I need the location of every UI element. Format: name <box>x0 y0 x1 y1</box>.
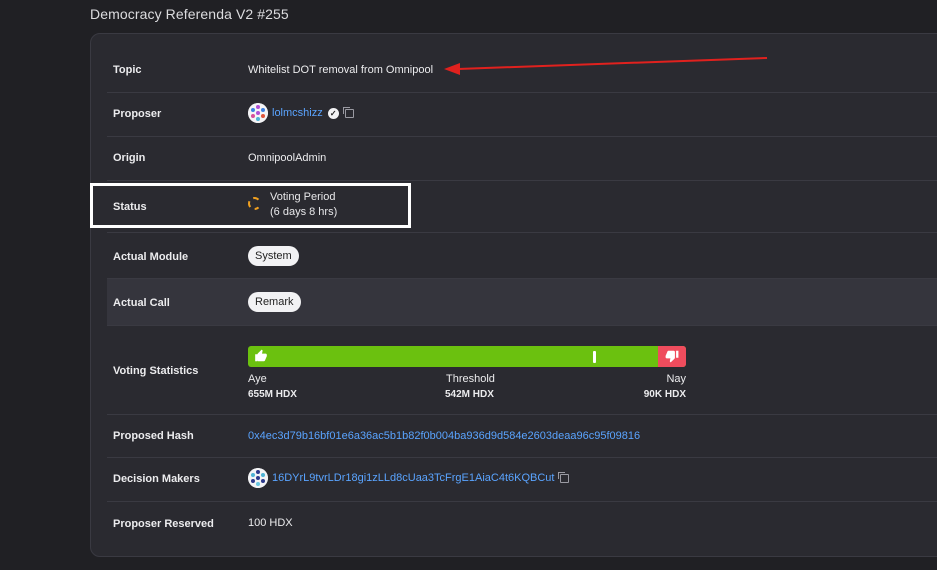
voting-bar <box>248 346 686 367</box>
actual-call-value: Remark <box>248 292 301 312</box>
copy-icon[interactable] <box>342 106 354 118</box>
referendum-details-card: Topic Whitelist DOT removal from Omnipoo… <box>90 33 937 557</box>
thumbs-down-icon <box>665 350 679 363</box>
proposer-reserved-value: 100 HDX <box>248 517 293 529</box>
row-actual-module: Actual Module System <box>107 233 937 279</box>
nay-segment <box>658 346 686 367</box>
actual-module-value: System <box>248 246 299 266</box>
decision-makers-link[interactable]: 16DYrL9tvrLDr18gi1zLLd8cUaa3TcFrgE1AiaC4… <box>272 472 554 484</box>
row-decision-makers: Decision Makers 16DYrL9tvrLDr18gi1zLLd8c… <box>107 458 937 502</box>
actual-call-label: Actual Call <box>113 297 170 309</box>
page-title: Democracy Referenda V2 #255 <box>90 6 289 22</box>
proposed-hash-label: Proposed Hash <box>113 430 194 442</box>
decision-maker-avatar-icon[interactable] <box>248 468 268 488</box>
row-proposed-hash: Proposed Hash 0x4ec3d79b16bf01e6a36ac5b1… <box>107 415 937 458</box>
aye-amount: 655M HDX <box>248 389 297 400</box>
actual-module-label: Actual Module <box>113 251 189 263</box>
spinner-icon <box>248 197 261 210</box>
module-pill[interactable]: System <box>248 246 299 266</box>
status-value: Voting Period (6 days 8 hrs) <box>248 191 398 221</box>
origin-label: Origin <box>113 152 146 164</box>
topic-label: Topic <box>113 64 142 76</box>
proposer-link[interactable]: lolmcshizz <box>272 107 323 119</box>
nay-amount: 90K HDX <box>643 389 686 400</box>
row-actual-call: Actual Call Remark <box>107 279 937 326</box>
row-status: Status Voting Period (6 days 8 hrs) <box>107 181 937 233</box>
proposer-reserved-label: Proposer Reserved <box>113 518 214 530</box>
proposer-avatar-icon[interactable] <box>248 103 268 123</box>
verified-badge-icon: ✓ <box>327 107 339 119</box>
threshold-label: Threshold <box>446 373 495 385</box>
origin-value: OmnipoolAdmin <box>248 152 327 164</box>
proposed-hash-link[interactable]: 0x4ec3d79b16bf01e6a36ac5b1b82f0b004ba936… <box>248 430 640 442</box>
row-proposer: Proposer lolmcshizz ✓ <box>107 93 937 137</box>
status-line-1: Voting Period <box>270 191 336 203</box>
call-pill[interactable]: Remark <box>248 292 301 312</box>
row-voting-statistics: Voting Statistics Aye Threshold Nay 655M… <box>107 326 937 415</box>
aye-label: Aye <box>248 373 267 385</box>
threshold-marker <box>593 351 596 363</box>
status-line-2: (6 days 8 hrs) <box>270 206 338 218</box>
thumbs-up-icon <box>255 349 267 362</box>
proposer-label: Proposer <box>113 108 162 120</box>
row-topic: Topic Whitelist DOT removal from Omnipoo… <box>107 34 937 93</box>
row-proposer-reserved: Proposer Reserved 100 HDX <box>107 502 937 556</box>
nay-label: Nay <box>666 373 686 385</box>
threshold-amount: 542M HDX <box>445 389 494 400</box>
status-label: Status <box>113 201 147 213</box>
decision-makers-label: Decision Makers <box>113 473 200 485</box>
topic-value: Whitelist DOT removal from Omnipool <box>248 64 434 76</box>
copy-icon[interactable] <box>558 471 570 483</box>
voting-statistics-label: Voting Statistics <box>113 365 199 377</box>
decision-makers-value: 16DYrL9tvrLDr18gi1zLLd8cUaa3TcFrgE1AiaC4… <box>248 468 570 488</box>
proposer-value: lolmcshizz ✓ <box>248 103 354 123</box>
row-origin: Origin OmnipoolAdmin <box>107 137 937 181</box>
